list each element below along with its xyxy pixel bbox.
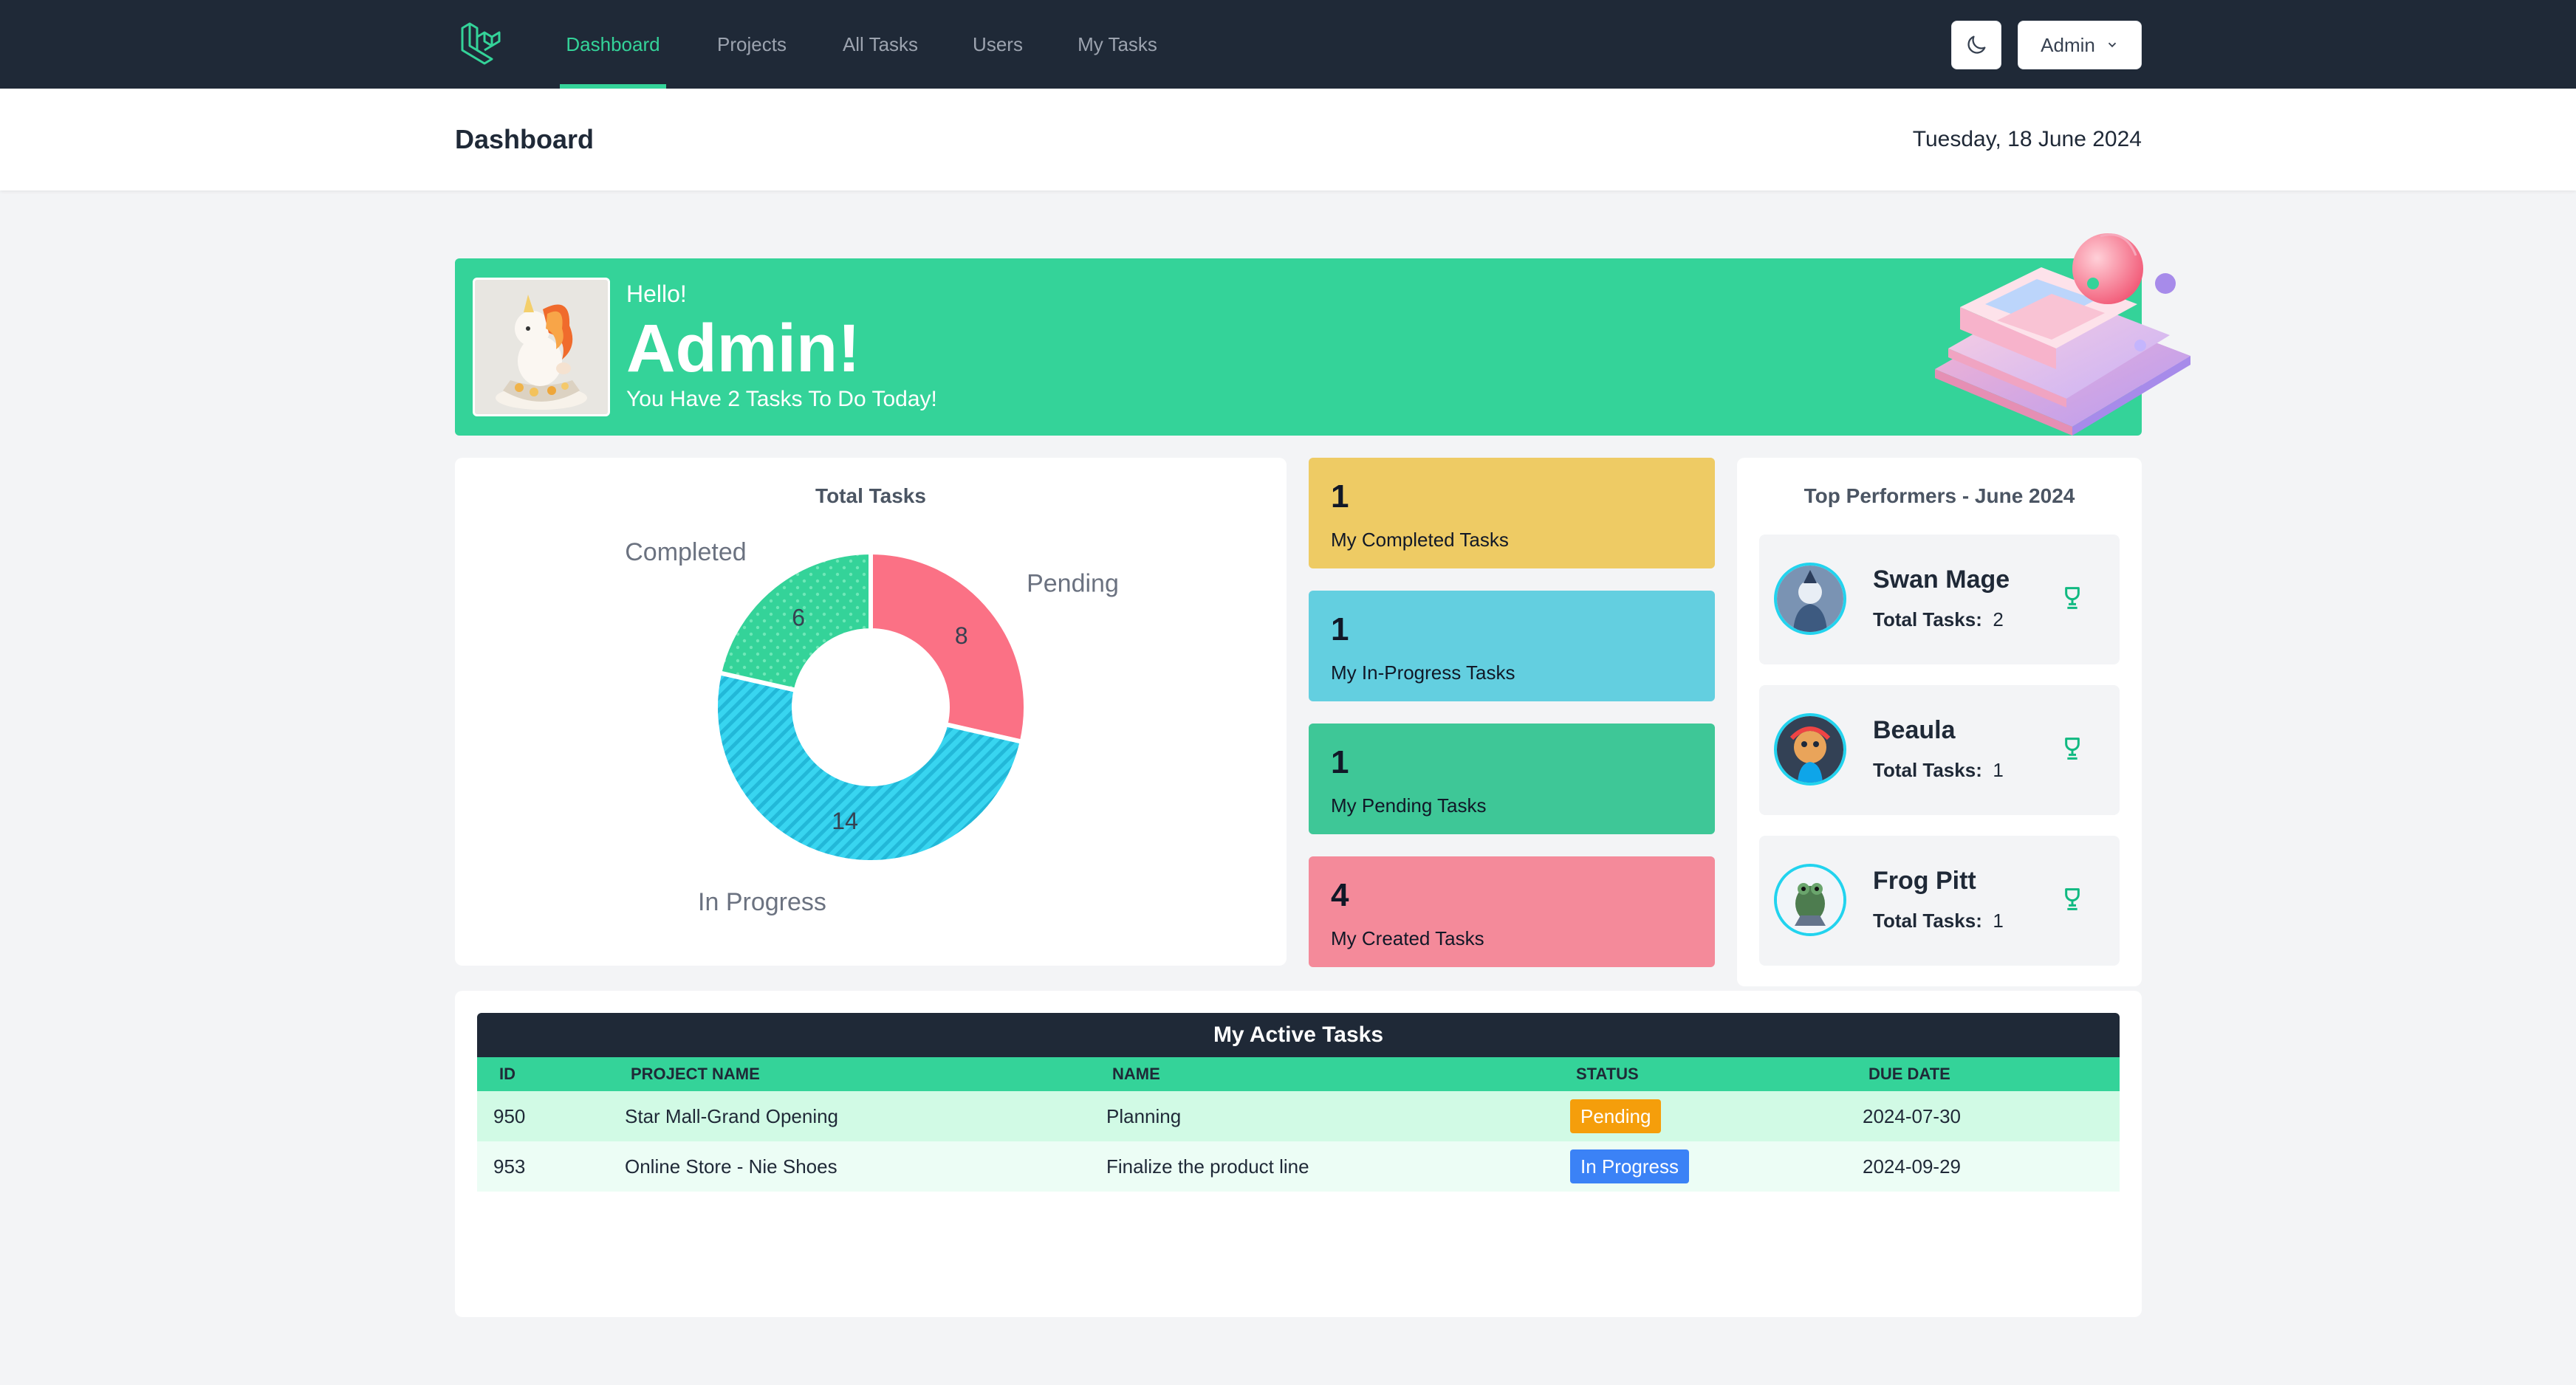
- column-header-due-date[interactable]: DUE DATE: [1868, 1057, 1950, 1091]
- performer-avatar: [1774, 864, 1846, 936]
- theme-toggle-button[interactable]: [1951, 21, 2001, 69]
- total-tasks-donut-chart: 8 Pending 14 In Progress 6 Completed: [625, 538, 1119, 916]
- performer-total-label: Total Tasks:: [1873, 608, 1982, 630]
- performer-total-value: 2: [1993, 608, 2004, 630]
- top-performers-title: Top Performers - June 2024: [1803, 484, 2075, 507]
- stat-created-card[interactable]: 4 My Created Tasks: [1309, 856, 1715, 967]
- table-row[interactable]: 953 Online Store - Nie Shoes Finalize th…: [477, 1141, 2120, 1192]
- cell-id: 953: [493, 1155, 526, 1178]
- cell-id: 950: [493, 1105, 526, 1127]
- total-tasks-chart-card: Total Tasks 8 Pending 14 In Progress 6 Comple…: [455, 458, 1287, 966]
- performer-avatar: [1774, 713, 1846, 786]
- slice-category-label: Completed: [625, 538, 746, 566]
- performer-name: Beaula: [1873, 716, 1956, 744]
- task-board-illustration: [1935, 233, 2190, 436]
- nav-my-tasks[interactable]: My Tasks: [1072, 0, 1162, 89]
- nav-projects[interactable]: Projects: [708, 0, 796, 89]
- top-performers-card: Top Performers - June 2024 Swan Mage Tot…: [1737, 458, 2142, 986]
- column-header-name[interactable]: NAME: [1112, 1057, 1160, 1091]
- slice-value-label: 6: [792, 604, 805, 630]
- user-menu-button[interactable]: Admin: [2018, 21, 2142, 69]
- beaula-avatar-image: [1777, 716, 1843, 783]
- frog-pitt-avatar-image: [1777, 867, 1843, 933]
- page-date: Tuesday, 18 June 2024: [1912, 127, 2142, 151]
- performer-total-label: Total Tasks:: [1873, 910, 1982, 932]
- hero-greeting: Hello!: [626, 281, 687, 307]
- moon-icon: [1967, 35, 1986, 54]
- slice-category-label: In Progress: [698, 888, 826, 916]
- nav-users[interactable]: Users: [965, 0, 1031, 89]
- status-badge: Pending: [1570, 1099, 1662, 1133]
- chevron-down-icon: [2108, 42, 2116, 48]
- cell-due-date: 2024-09-29: [1863, 1155, 1961, 1178]
- performer-total-value: 1: [1993, 759, 2004, 781]
- top-navbar: Dashboard Projects All Tasks Users My Ta…: [0, 0, 2576, 89]
- cell-status: Pending: [1570, 1091, 1662, 1141]
- stat-created-label: My Created Tasks: [1331, 927, 1484, 949]
- cell-due-date: 2024-07-30: [1863, 1105, 1961, 1127]
- performer-item[interactable]: Beaula Total Tasks: 1: [1759, 685, 2120, 815]
- stat-completed-value: 1: [1331, 478, 1349, 515]
- table-row[interactable]: 950 Star Mall-Grand Opening Planning Pen…: [477, 1091, 2120, 1141]
- column-header-project-name[interactable]: PROJECT NAME: [631, 1057, 760, 1091]
- stat-pending-label: My Pending Tasks: [1331, 794, 1487, 817]
- active-tasks-title: My Active Tasks: [477, 1013, 2120, 1057]
- user-menu-label: Admin: [2041, 33, 2095, 56]
- performer-total: Total Tasks: 1: [1873, 910, 2004, 932]
- nav-dashboard[interactable]: Dashboard: [560, 0, 666, 89]
- performer-item[interactable]: Frog Pitt Total Tasks: 1: [1759, 836, 2120, 966]
- slice-category-label: Pending: [1027, 570, 1119, 598]
- trophy-icon: [2065, 587, 2080, 609]
- performer-name: Swan Mage: [1873, 566, 2010, 594]
- cell-project-name[interactable]: Star Mall-Grand Opening: [625, 1091, 838, 1141]
- welcome-banner: Hello! Admin! You Have 2 Tasks To Do Tod…: [455, 258, 2142, 436]
- performer-avatar: [1774, 563, 1846, 635]
- performer-total-value: 1: [1993, 910, 2004, 932]
- performer-total: Total Tasks: 1: [1873, 759, 2004, 782]
- hero-username: Admin!: [626, 311, 860, 386]
- stat-completed-label: My Completed Tasks: [1331, 529, 1509, 551]
- stat-created-value: 4: [1331, 877, 1349, 913]
- hero-task-summary: You Have 2 Tasks To Do Today!: [626, 387, 937, 411]
- cell-task-name[interactable]: Planning: [1106, 1091, 1181, 1141]
- stat-pending-card[interactable]: 1 My Pending Tasks: [1309, 724, 1715, 834]
- nav-all-tasks[interactable]: All Tasks: [835, 0, 926, 89]
- slice-value-label: 14: [832, 808, 858, 834]
- slice-value-label: 8: [955, 622, 968, 649]
- page-title: Dashboard: [455, 124, 595, 154]
- trophy-icon: [2065, 738, 2080, 760]
- stat-in-progress-value: 1: [1331, 611, 1349, 647]
- swan-mage-avatar-image: [1777, 566, 1843, 632]
- stat-completed-card[interactable]: 1 My Completed Tasks: [1309, 458, 1715, 568]
- stat-in-progress-card[interactable]: 1 My In-Progress Tasks: [1309, 591, 1715, 701]
- status-badge: In Progress: [1570, 1149, 1689, 1183]
- unicorn-avatar-image: [475, 280, 608, 414]
- donut-slice-pending[interactable]: [869, 549, 1028, 745]
- cell-status: In Progress: [1570, 1141, 1689, 1192]
- performer-total-label: Total Tasks:: [1873, 759, 1982, 781]
- laravel-logo-icon[interactable]: [458, 21, 505, 68]
- active-tasks-card: My Active Tasks ID PROJECT NAME NAME STA…: [455, 991, 2142, 1317]
- trophy-icon: [2065, 888, 2080, 910]
- performer-item[interactable]: Swan Mage Total Tasks: 2: [1759, 535, 2120, 664]
- column-header-id[interactable]: ID: [499, 1057, 515, 1091]
- cell-project-name[interactable]: Online Store - Nie Shoes: [625, 1141, 837, 1192]
- performer-total: Total Tasks: 2: [1873, 608, 2004, 631]
- stat-pending-value: 1: [1331, 744, 1349, 780]
- cell-task-name[interactable]: Finalize the product line: [1106, 1141, 1309, 1192]
- column-header-status[interactable]: STATUS: [1576, 1057, 1639, 1091]
- admin-avatar: [473, 278, 610, 416]
- page-header: Dashboard Tuesday, 18 June 2024: [0, 89, 2576, 190]
- table-header-row: ID PROJECT NAME NAME STATUS DUE DATE: [477, 1057, 2120, 1091]
- performer-name: Frog Pitt: [1873, 867, 1976, 895]
- stat-in-progress-label: My In-Progress Tasks: [1331, 661, 1515, 684]
